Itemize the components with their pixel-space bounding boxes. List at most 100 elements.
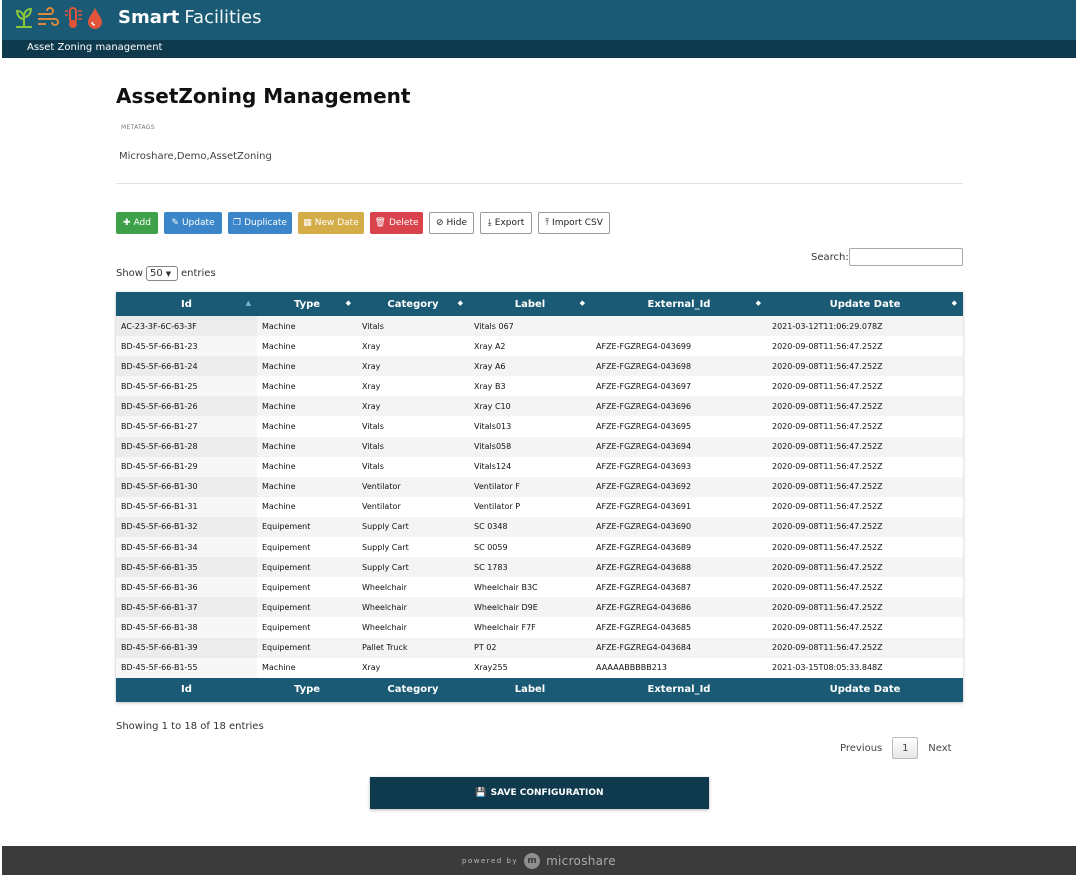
table-cell: 2020-09-08T11:56:47.252Z — [772, 622, 883, 632]
table-row[interactable]: BD-45-5F-66-B1-31 Machine Ventilator Ventil… — [116, 496, 963, 517]
import-csv-button[interactable]: ⤒ Import CSV — [538, 212, 610, 234]
column-header-label: Label — [514, 298, 546, 310]
table-cell: Pallet Truck — [362, 643, 408, 653]
table-cell: Machine — [262, 401, 296, 411]
column-footer: Label — [469, 677, 591, 702]
table-cell: BD-45-5F-66-B1-36 — [116, 577, 257, 597]
table-cell: Wheelchair — [362, 582, 407, 592]
next-button[interactable]: Next — [928, 743, 951, 754]
table-cell: AFZE-FGZREG4-043685 — [596, 622, 692, 632]
breadcrumb[interactable]: Asset Zoning management — [27, 42, 162, 53]
table-cell: AC-23-3F-6C-63-3F — [116, 316, 257, 336]
toolbar: ✚ Add ✎ Update ❐ Duplicate ▦ New Date 🗑 … — [116, 212, 610, 234]
table-footer-row: Id Type Category Label External_Id Updat… — [116, 677, 963, 702]
table-row[interactable]: BD-45-5F-66-B1-35 Equipement Supply Cart SC… — [116, 557, 963, 578]
powered-by-text: powered by — [462, 856, 519, 865]
column-header-label: Category — [387, 298, 439, 310]
add-button[interactable]: ✚ Add — [116, 212, 158, 234]
table-cell: AFZE-FGZREG4-043696 — [596, 401, 692, 411]
table-cell: Machine — [262, 502, 296, 512]
column-header[interactable]: Category ◆ — [357, 292, 469, 316]
table-row[interactable]: BD-45-5F-66-B1-32 Equipement Supply Cart SC… — [116, 516, 963, 538]
table-cell: BD-45-5F-66-B1-26 — [116, 396, 257, 416]
ban-icon: ⊘ — [435, 218, 444, 228]
table-cell: Equipement — [262, 602, 311, 612]
metatags-label: METATAGS — [121, 124, 155, 131]
page-1-button[interactable]: 1 — [892, 737, 919, 759]
table-cell: Xray — [362, 361, 381, 371]
table-cell: 2021-03-15T08:05:33.848Z — [772, 663, 883, 673]
column-header[interactable]: Update Date ◆ — [767, 292, 963, 316]
entries-length: Show 50 ▼ entries — [116, 266, 216, 281]
table-cell: AAAAABBBBB213 — [596, 663, 667, 673]
table-cell: Equipement — [262, 562, 311, 572]
table-cell: BD-45-5F-66-B1-35 — [116, 557, 257, 577]
table-cell: BD-45-5F-66-B1-25 — [116, 376, 257, 396]
table-row[interactable]: BD-45-5F-66-B1-39 Equipement Pallet Truck P… — [116, 637, 963, 658]
hide-label: Hide — [446, 218, 468, 228]
column-footer: Type — [257, 677, 357, 702]
table-row[interactable]: BD-45-5F-66-B1-23 Machine Xray Xray A2 AFZE-… — [116, 336, 963, 357]
table-cell: Xray — [362, 341, 381, 351]
column-header[interactable]: Id ▲ — [116, 292, 257, 316]
new-date-button[interactable]: ▦ New Date — [298, 212, 364, 234]
wind-icon — [36, 7, 60, 33]
table-cell: AFZE-FGZREG4-043697 — [596, 381, 692, 391]
export-button[interactable]: ⤓ Export — [480, 212, 532, 234]
column-footer: Id — [116, 677, 257, 702]
table-cell: Machine — [262, 422, 296, 432]
table-cell: Ventilator P — [474, 502, 521, 512]
duplicate-button[interactable]: ❐ Duplicate — [228, 212, 292, 234]
table-row[interactable]: BD-45-5F-66-B1-26 Machine Xray Xray C10 AFZE… — [116, 396, 963, 417]
table-row[interactable]: BD-45-5F-66-B1-24 Machine Xray Xray A6 AFZE-… — [116, 356, 963, 377]
table-cell: AFZE-FGZREG4-043690 — [596, 522, 692, 532]
column-header[interactable]: Label ◆ — [469, 292, 591, 316]
upload-icon: ⤒ — [545, 218, 550, 228]
table-row[interactable]: BD-45-5F-66-B1-27 Machine Vitals Vitals013 A… — [116, 416, 963, 437]
microshare-logo-icon: m — [524, 852, 541, 869]
table-cell: 2020-09-08T11:56:47.252Z — [772, 643, 883, 653]
entries-select[interactable]: 50 ▼ — [145, 266, 178, 281]
table-cell: 2020-09-08T11:56:47.252Z — [772, 562, 883, 572]
table-cell: BD-45-5F-66-B1-23 — [116, 336, 257, 356]
table-cell: AFZE-FGZREG4-043692 — [596, 482, 692, 492]
table-cell: Xray — [362, 401, 381, 411]
table-cell: Machine — [262, 361, 296, 371]
delete-button[interactable]: 🗑 Delete — [370, 212, 423, 234]
table-row[interactable]: BD-45-5F-66-B1-34 Equipement Supply Cart SC… — [116, 537, 963, 558]
table-cell: Machine — [262, 321, 296, 331]
table-cell: PT 02 — [474, 643, 497, 653]
show-suffix: entries — [180, 268, 216, 279]
search-input[interactable] — [849, 248, 963, 266]
column-header[interactable]: Type ◆ — [257, 292, 357, 316]
table-cell: Xray A2 — [474, 341, 506, 351]
table-row[interactable]: BD-45-5F-66-B1-29 Machine Vitals Vitals124 A… — [116, 456, 963, 477]
table-cell: 2020-09-08T11:56:47.252Z — [772, 361, 883, 371]
table-cell: Vitals — [362, 462, 384, 472]
table-cell: 2020-09-08T11:56:47.252Z — [772, 462, 883, 472]
brand-name: Smart Facilities — [118, 7, 262, 28]
table-row[interactable]: BD-45-5F-66-B1-25 Machine Xray Xray B3 AFZE-… — [116, 376, 963, 397]
sort-icon: ◆ — [755, 299, 761, 307]
table-cell: BD-45-5F-66-B1-34 — [116, 537, 257, 557]
table-cell: BD-45-5F-66-B1-37 — [116, 597, 257, 617]
table-row[interactable]: BD-45-5F-66-B1-55 Machine Xray Xray255 AAAAA… — [116, 657, 963, 678]
save-configuration-button[interactable]: 💾 SAVE CONFIGURATION — [370, 777, 709, 809]
pagination: Previous 1 Next — [840, 737, 952, 759]
table-cell: Wheelchair — [362, 622, 407, 632]
previous-button[interactable]: Previous — [840, 743, 882, 754]
table-row[interactable]: BD-45-5F-66-B1-28 Machine Vitals Vitals058 A… — [116, 436, 963, 457]
page-title: AssetZoning Management — [116, 84, 411, 108]
table-row[interactable]: BD-45-5F-66-B1-30 Machine Ventilator Ventil… — [116, 476, 963, 497]
hide-button[interactable]: ⊘ Hide — [429, 212, 474, 234]
column-header[interactable]: External_Id ◆ — [591, 292, 767, 316]
table-cell: BD-45-5F-66-B1-24 — [116, 356, 257, 376]
table-row[interactable]: AC-23-3F-6C-63-3F Machine Vitals Vitals 067… — [116, 316, 963, 337]
sort-asc-icon: ▲ — [245, 299, 251, 307]
table-row[interactable]: BD-45-5F-66-B1-38 Equipement Wheelchair Whe… — [116, 617, 963, 638]
table-cell: AFZE-FGZREG4-043688 — [596, 562, 692, 572]
table-row[interactable]: BD-45-5F-66-B1-36 Equipement Wheelchair Whe… — [116, 577, 963, 598]
table-row[interactable]: BD-45-5F-66-B1-37 Equipement Wheelchair Whe… — [116, 597, 963, 618]
table-cell: AFZE-FGZREG4-043694 — [596, 442, 692, 452]
update-button[interactable]: ✎ Update — [164, 212, 222, 234]
